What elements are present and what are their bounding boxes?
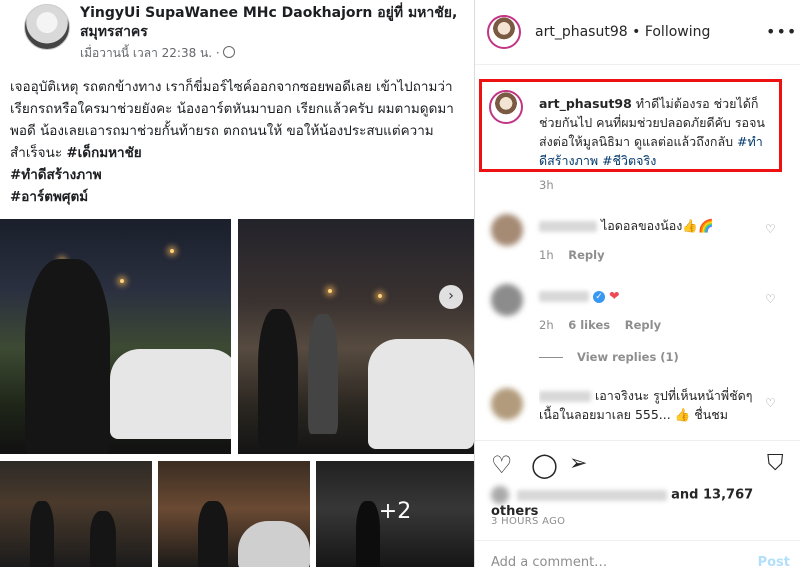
heart-icon[interactable]: ♡	[765, 396, 776, 410]
street-light	[170, 249, 174, 253]
verified-icon: ✓	[593, 290, 605, 303]
separator-dot: •	[627, 24, 645, 40]
comment-text-tail: ชื่นชม	[694, 407, 729, 422]
comment: ไอดอลของน้อง👍🌈	[539, 216, 759, 235]
more-options-icon[interactable]: •••	[766, 22, 797, 41]
comment-time[interactable]: 1h	[539, 248, 554, 262]
white-car	[110, 349, 231, 439]
heart-icon[interactable]: ♡	[491, 451, 513, 479]
comment-meta: 2h 6 likes Reply	[539, 318, 661, 332]
add-comment-bar: Add a comment… Post	[475, 540, 800, 570]
fb-photo-2[interactable]	[238, 219, 474, 454]
reply-button[interactable]: Reply	[568, 248, 604, 262]
fb-hashtag[interactable]: #ทำดีสร้างภาพ	[10, 167, 102, 183]
person-silhouette	[308, 314, 338, 434]
view-replies-label[interactable]: View replies (1)	[577, 350, 679, 364]
heart-icon[interactable]: ♡	[765, 292, 776, 306]
comment-text: ไอดอลของน้อง👍🌈	[601, 218, 714, 233]
view-replies-button[interactable]: View replies (1)	[539, 350, 699, 364]
comment: เอาจริงนะ รูปที่เห็นหน้าพี่ชัดๆ เนื้อในล…	[539, 386, 759, 434]
following-button[interactable]: Following	[645, 24, 711, 40]
white-car	[368, 339, 474, 449]
ig-caption: art_phasut98 ทำดีไม่ต้องรอ ช่วยได้ก็ช่วย…	[539, 94, 769, 170]
fb-photo-4[interactable]	[158, 461, 310, 567]
post-button[interactable]: Post	[758, 555, 790, 570]
more-photos-count[interactable]: +2	[316, 499, 474, 524]
commenter-username[interactable]	[539, 391, 591, 402]
comment-likes[interactable]: 6 likes	[568, 318, 610, 332]
person-silhouette	[30, 501, 54, 567]
ig-author-username[interactable]: art_phasut98	[535, 24, 628, 40]
ig-author-avatar[interactable]	[487, 15, 521, 49]
commenter-avatar[interactable]	[491, 284, 523, 316]
street-light	[328, 289, 332, 293]
caption-username[interactable]: art_phasut98	[539, 96, 632, 111]
person-silhouette	[25, 259, 110, 454]
street-light	[120, 279, 124, 283]
liker-username[interactable]	[517, 489, 668, 501]
fb-photo-5-more[interactable]: +2	[316, 461, 474, 567]
posted-time[interactable]: 3 HOURS AGO	[491, 516, 565, 527]
replies-line	[539, 357, 563, 358]
fb-post-header: YingyUi SupaWanee MHc Daokhajorn อยู่ที่…	[0, 0, 474, 70]
comment-icon[interactable]: ◯	[531, 451, 558, 479]
share-icon[interactable]: ➢	[569, 451, 587, 476]
caption-author-avatar[interactable]	[489, 90, 523, 124]
comment-time[interactable]: 2h	[539, 318, 554, 332]
globe-icon	[222, 46, 235, 58]
bookmark-icon[interactable]: ⛉	[767, 451, 784, 476]
fb-hashtag[interactable]: #เด็กมหาชัย	[66, 145, 141, 161]
liker-avatar[interactable]	[491, 486, 509, 504]
person-silhouette	[258, 309, 298, 449]
next-arrow-icon[interactable]: ›	[439, 285, 463, 309]
caption-time[interactable]: 3h	[539, 178, 554, 192]
instagram-panel: art_phasut98 • Following ••• art_phasut9…	[475, 0, 800, 570]
commenter-avatar[interactable]	[491, 388, 523, 420]
commenter-username[interactable]	[539, 291, 589, 302]
fb-post-body: เจออุบัติเหตุ รถตกข้างทาง เราก็ขี่มอร์ไซ…	[10, 76, 465, 208]
street-light	[378, 294, 382, 298]
fb-author-avatar[interactable]	[24, 4, 70, 50]
fb-timestamp-text[interactable]: เมื่อวานนี้ เวลา 22:38 น. ·	[80, 46, 220, 60]
facebook-post: YingyUi SupaWanee MHc Daokhajorn อยู่ที่…	[0, 0, 474, 567]
comment-meta: 1h Reply	[539, 248, 605, 262]
section-divider	[475, 440, 800, 441]
comment-text: ❤	[608, 288, 620, 303]
fb-photo-1[interactable]	[0, 219, 231, 454]
fb-photo-3[interactable]	[0, 461, 152, 567]
reply-button[interactable]: Reply	[625, 318, 661, 332]
white-car	[238, 521, 310, 567]
commenter-avatar[interactable]	[491, 214, 523, 246]
fb-author-name[interactable]: YingyUi SupaWanee MHc Daokhajorn อยู่ที่…	[80, 4, 460, 42]
caption-hashtag[interactable]: #ชีวิตจริง	[602, 153, 656, 168]
fb-hashtag[interactable]: #อาร์ตพศุตม์	[10, 189, 88, 205]
comment: ✓ ❤	[539, 286, 759, 305]
likes-summary: and 13,767 others	[491, 486, 800, 519]
person-silhouette	[90, 511, 116, 567]
add-comment-input[interactable]: Add a comment…	[491, 555, 607, 570]
ig-header-user: art_phasut98 • Following	[535, 24, 710, 40]
commenter-username[interactable]	[539, 221, 597, 232]
fb-post-timestamp[interactable]: เมื่อวานนี้ เวลา 22:38 น. ·	[80, 44, 235, 63]
person-silhouette	[198, 501, 228, 567]
ig-post-header: art_phasut98 • Following •••	[475, 0, 800, 65]
heart-icon[interactable]: ♡	[765, 222, 776, 236]
